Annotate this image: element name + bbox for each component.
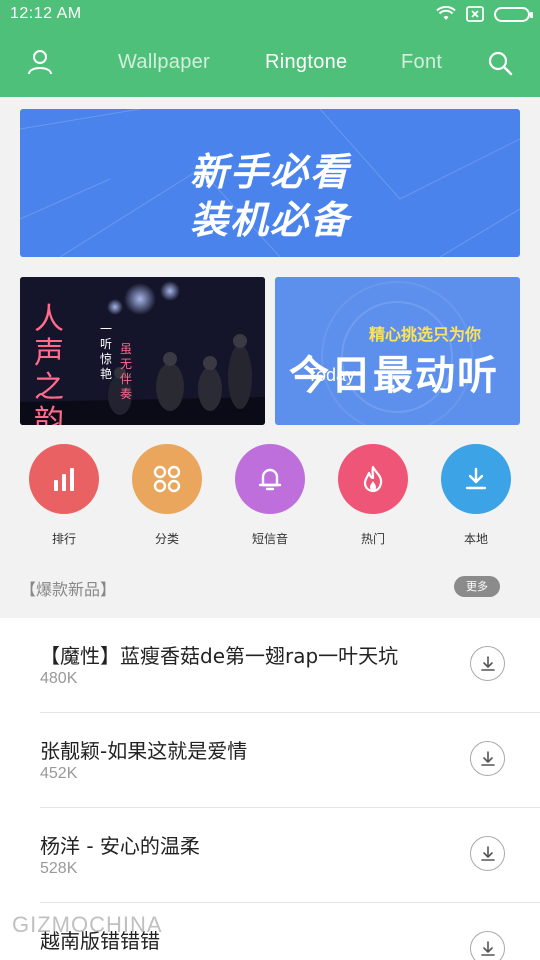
flame-icon [363, 465, 383, 493]
song-row[interactable]: 【魔性】蓝瘦香菇de第一翅rap一叶天坑 480K [0, 618, 540, 713]
banner-main-line2: 装机必备 [189, 198, 350, 242]
search-icon[interactable] [486, 49, 514, 77]
song-row[interactable]: 杨洋 - 安心的温柔 528K [0, 808, 540, 903]
banner-today-label: Today [307, 365, 356, 385]
song-name: 【魔性】蓝瘦香菇de第一翅rap一叶天坑 [40, 644, 399, 668]
banner-vocal[interactable]: 人声之韵 一听惊艳 虽无伴奏 [20, 277, 265, 425]
watermark: GIZMOCHINA [12, 912, 163, 937]
song-list: 【魔性】蓝瘦香菇de第一翅rap一叶天坑 480K 张靓颖-如果这就是爱情 45… [0, 618, 540, 960]
section-title: 【爆款新品】 [20, 580, 117, 599]
category-hot-label: 热门 [360, 532, 385, 546]
download-button[interactable] [470, 646, 505, 681]
category-ranking-circle [29, 444, 99, 514]
tab-font[interactable]: Font [401, 51, 442, 74]
download-button[interactable] [470, 741, 505, 776]
app-header: 12:12 AM Wallpaper Ringtone Font [0, 0, 540, 97]
category-local-label: 本地 [463, 532, 488, 546]
category-row: 排行 分类 短信音 热门 本地 [0, 444, 540, 549]
category-local[interactable]: 本地 [436, 444, 516, 547]
category-local-circle [441, 444, 511, 514]
user-icon[interactable] [26, 48, 54, 76]
download-icon [480, 940, 495, 956]
bell-icon [258, 468, 282, 491]
more-button[interactable]: 更多 [454, 576, 500, 597]
chart-bars-icon [54, 468, 74, 491]
status-icons [436, 6, 533, 22]
song-size: 452K [40, 765, 78, 782]
category-hot[interactable]: 热门 [333, 444, 413, 547]
category-classify-label: 分类 [154, 532, 179, 546]
status-time: 12:12 AM [10, 5, 82, 22]
category-sms-tone-circle [235, 444, 305, 514]
banner-today-tag: 精心挑选只为你 [369, 325, 482, 344]
song-row[interactable]: 张靓颖-如果这就是爱情 452K [0, 713, 540, 808]
category-classify[interactable]: 分类 [127, 444, 207, 547]
song-name: 杨洋 - 安心的温柔 [40, 834, 200, 858]
song-size: 528K [40, 860, 78, 877]
category-hot-circle [338, 444, 408, 514]
banner-today[interactable]: 精心挑选只为你 今日最动听 Today [275, 277, 520, 425]
download-button[interactable] [470, 836, 505, 871]
grid-circles-icon [153, 465, 181, 493]
download-icon [465, 467, 487, 490]
download-icon [480, 655, 495, 671]
banner-main[interactable]: 新手必看 装机必备 [20, 109, 520, 257]
category-ranking[interactable]: 排行 [24, 444, 104, 547]
category-ranking-label: 排行 [51, 532, 76, 546]
download-button[interactable] [470, 931, 505, 960]
wifi-icon [436, 6, 456, 20]
category-sms-tone-label: 短信音 [251, 532, 288, 546]
main-content: 新手必看 装机必备 人声之韵 一听惊艳 虽无伴奏 精心挑选只为你 今日最动听 T… [0, 97, 540, 960]
song-name: 张靓颖-如果这就是爱情 [40, 739, 248, 763]
no-sim-icon [466, 6, 484, 22]
category-classify-circle [132, 444, 202, 514]
tab-ringtone[interactable]: Ringtone [265, 51, 347, 74]
tab-wallpaper[interactable]: Wallpaper [118, 51, 210, 74]
banner-vocal-sub2: 虽无伴奏 [120, 342, 133, 401]
banner-vocal-title: 人声之韵 [34, 302, 64, 426]
banner-vocal-sub1: 一听惊艳 [100, 322, 113, 381]
song-size: 480K [40, 670, 78, 687]
category-sms-tone[interactable]: 短信音 [230, 444, 310, 547]
battery-icon [494, 6, 533, 22]
download-icon [480, 845, 495, 861]
banner-main-line1: 新手必看 [189, 150, 350, 194]
top-nav: Wallpaper Ringtone Font [0, 44, 540, 84]
status-bar: 12:12 AM [0, 0, 540, 30]
download-icon [480, 750, 495, 766]
